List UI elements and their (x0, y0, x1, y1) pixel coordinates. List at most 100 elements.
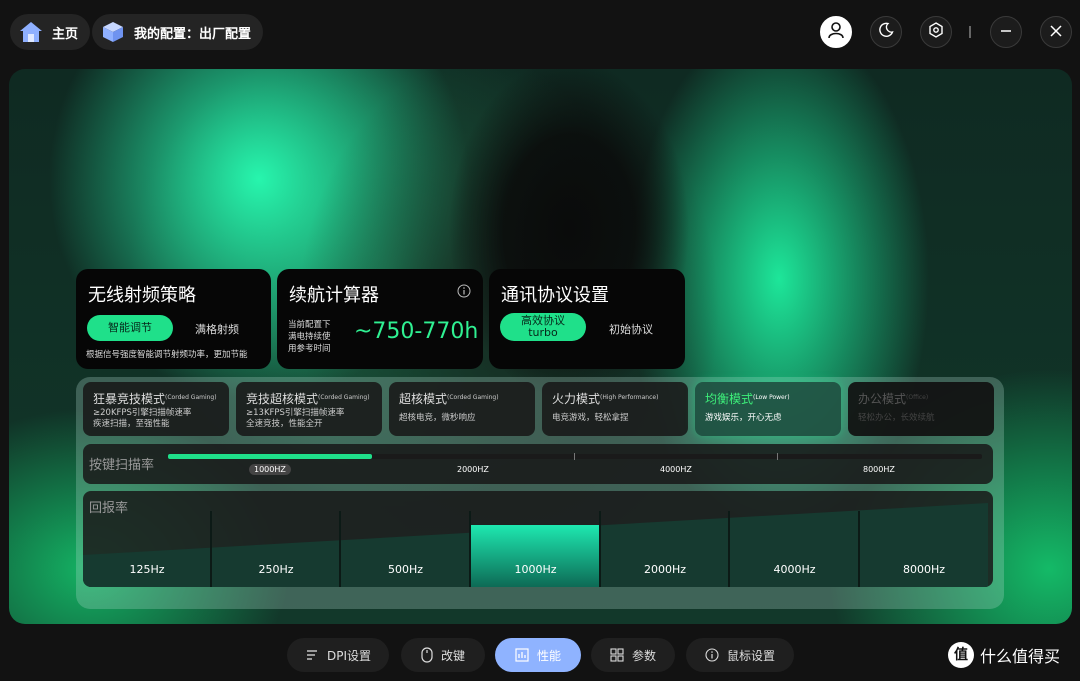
scan-tick-2000[interactable]: 2000HZ (452, 464, 494, 475)
minimize-button[interactable] (990, 16, 1022, 48)
cube-icon (100, 19, 126, 45)
key-scan-rate-label: 按键扫描率 (89, 458, 155, 473)
report-rate-2000[interactable]: 2000Hz (601, 563, 729, 576)
mode-corded-gaming-core[interactable]: 超核模式(Corded Gaming) 超核电竞，微秒响应 (389, 382, 535, 436)
mode-name: 火力模式 (552, 392, 601, 406)
mode-tag: (Corded Gaming) (318, 394, 370, 401)
battery-calculator-title: 续航计算器 (289, 285, 379, 306)
watermark-logo-icon: 值 (948, 642, 974, 668)
mode-corded-gaming-frenzy[interactable]: 狂暴竞技模式(Corded Gaming) ≥20KFPS引擎扫描帧速率 疾速扫… (83, 382, 229, 436)
moon-icon (878, 22, 894, 42)
mode-desc: 轻松办公，长效续航 (858, 413, 935, 423)
config-label: 我的配置：出厂配置 (134, 26, 252, 42)
protocol-turbo-line2: turbo (528, 326, 558, 339)
tab-label: 参数 (631, 648, 656, 663)
rf-strategy-title: 无线射频策略 (88, 285, 196, 306)
tab-performance-active[interactable]: 性能 (495, 638, 581, 672)
tab-dpi-settings[interactable]: DPI设置 (287, 638, 389, 672)
bottom-nav: DPI设置 改键 性能 参数 鼠标设置 值 什么值得买 (0, 630, 1080, 681)
scan-tick-4000[interactable]: 4000HZ (655, 464, 697, 475)
protocol-turbo-button[interactable]: 高效协议 turbo (500, 313, 586, 341)
battery-desc-line1: 当前配置下 (288, 320, 331, 330)
performance-panel: 无线射频策略 智能调节 满格射频 根据信号强度智能调节射频功率，更加节能 续航计… (9, 69, 1072, 624)
battery-calculator-card: 续航计算器 当前配置下 满电持续使 用参考时间 ~750-770h (277, 269, 483, 369)
dpi-icon (305, 648, 319, 662)
mode-desc: ≥20KFPS引擎扫描帧速率 (93, 408, 192, 418)
theme-toggle-button[interactable] (870, 16, 902, 48)
mode-name: 均衡模式 (705, 392, 754, 406)
performance-settings: 狂暴竞技模式(Corded Gaming) ≥20KFPS引擎扫描帧速率 疾速扫… (76, 377, 1004, 609)
mode-tag: (Low Power) (753, 394, 790, 401)
home-label: 主页 (52, 26, 79, 42)
battery-desc-line3: 用参考时间 (288, 344, 331, 354)
settings-button[interactable] (920, 16, 952, 48)
key-scan-rate-row: 按键扫描率 1000HZ 2000HZ 4000HZ 8000HZ (83, 444, 993, 484)
protocol-card: 通讯协议设置 高效协议 turbo 初始协议 (489, 269, 685, 369)
report-rate-8000[interactable]: 8000Hz (860, 563, 988, 576)
chart-icon (515, 648, 529, 662)
rf-smart-button[interactable]: 智能调节 (87, 315, 173, 341)
battery-value: ~750-770h (354, 319, 479, 344)
mode-office[interactable]: 办公模式(Office) 轻松办公，长效续航 (848, 382, 994, 436)
report-rate-125[interactable]: 125Hz (83, 563, 211, 576)
report-rate-row: 回报率 125Hz 250Hz 500Hz 1000Hz 2000Hz 4000… (83, 491, 993, 587)
tab-mouse-settings[interactable]: 鼠标设置 (686, 638, 794, 672)
rf-full-button[interactable]: 满格射频 (195, 321, 239, 337)
report-rate-1000-selected[interactable]: 1000Hz (471, 563, 600, 576)
watermark-text: 什么值得买 (980, 647, 1061, 666)
mode-tag: (Corded Gaming) (447, 394, 499, 401)
rf-strategy-desc: 根据信号强度智能调节射频功率，更加节能 (86, 350, 248, 360)
mode-desc: 游戏娱乐，开心无虑 (705, 413, 782, 423)
config-selector[interactable]: 我的配置：出厂配置 (92, 14, 264, 50)
close-icon (1049, 23, 1063, 42)
user-avatar-button[interactable] (820, 16, 852, 48)
scan-tick-mark (574, 453, 575, 460)
mode-high-performance[interactable]: 火力模式(High Performance) 电竞游戏，轻松拿捏 (542, 382, 688, 436)
minimize-icon (999, 23, 1013, 42)
scan-tick-1000[interactable]: 1000HZ (249, 464, 291, 475)
mode-low-power-selected[interactable]: 均衡模式(Low Power) 游戏娱乐，开心无虑 (695, 382, 841, 436)
home-button[interactable]: 主页 (10, 14, 91, 50)
report-rate-4000[interactable]: 4000Hz (730, 563, 859, 576)
mode-tag: (Office) (906, 394, 929, 401)
settings-hex-icon (928, 22, 944, 42)
protocol-title: 通讯协议设置 (501, 285, 609, 306)
mode-tag: (Corded Gaming) (165, 394, 217, 401)
home-icon (18, 19, 44, 45)
mode-desc: 电竞游戏，轻松拿捏 (552, 413, 629, 423)
tab-label: 性能 (536, 648, 561, 663)
report-rate-250[interactable]: 250Hz (212, 563, 340, 576)
watermark: 值 什么值得买 (948, 642, 1060, 668)
mode-tag: (High Performance) (600, 394, 659, 401)
info-icon (705, 648, 719, 662)
close-button[interactable] (1040, 16, 1072, 48)
mode-name: 超核模式 (399, 392, 448, 406)
mode-desc: 全速竞技，性能全开 (246, 419, 323, 429)
tab-label: 改键 (440, 648, 465, 663)
mouse-icon (421, 647, 433, 663)
mode-name: 狂暴竞技模式 (93, 392, 166, 406)
user-icon (827, 21, 845, 43)
mode-desc: 超核电竞，微秒响应 (399, 413, 476, 423)
tab-parameters[interactable]: 参数 (591, 638, 675, 672)
scan-slider-fill (168, 454, 372, 459)
mode-name: 办公模式 (858, 392, 907, 406)
report-rate-500[interactable]: 500Hz (341, 563, 470, 576)
scan-tick-mark (777, 453, 778, 460)
tab-key-remap[interactable]: 改键 (401, 638, 485, 672)
mode-desc: ≥13KFPS引擎扫描帧速率 (246, 408, 345, 418)
scan-tick-8000[interactable]: 8000HZ (858, 464, 900, 475)
mode-desc: 疾速扫描，至强性能 (93, 419, 170, 429)
protocol-initial-button[interactable]: 初始协议 (609, 321, 653, 337)
title-bar: 主页 我的配置：出厂配置 (0, 0, 1080, 66)
battery-desc-line2: 满电持续使 (288, 332, 331, 342)
mode-name: 竞技超核模式 (246, 392, 319, 406)
scan-slider-track[interactable] (168, 453, 982, 460)
divider (969, 26, 971, 38)
battery-desc: 当前配置下 满电持续使 用参考时间 (288, 319, 331, 355)
tab-label: DPI设置 (326, 648, 372, 663)
mode-corded-gaming-super[interactable]: 竞技超核模式(Corded Gaming) ≥13KFPS引擎扫描帧速率 全速竞… (236, 382, 382, 436)
grid-icon (610, 648, 624, 662)
info-icon[interactable] (457, 283, 471, 302)
tab-label: 鼠标设置 (726, 648, 775, 663)
